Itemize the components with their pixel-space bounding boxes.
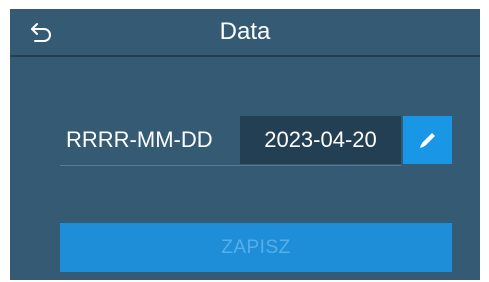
undo-arrow-icon — [31, 23, 51, 42]
row-underline — [60, 165, 401, 166]
date-value-field: 2023-04-20 — [240, 116, 401, 164]
date-settings-screen: Data RRRR-MM-DD 2023-04-20 ZAPISZ — [10, 9, 480, 280]
pencil-icon — [419, 133, 435, 148]
edit-date-button[interactable] — [403, 116, 452, 164]
header-divider — [10, 55, 480, 57]
header-bar: Data — [10, 9, 480, 55]
save-button[interactable]: ZAPISZ — [60, 223, 452, 272]
date-format-label: RRRR-MM-DD — [66, 127, 213, 152]
page-title: Data — [219, 18, 271, 45]
back-button[interactable] — [24, 17, 60, 49]
date-row: RRRR-MM-DD 2023-04-20 — [60, 116, 452, 166]
